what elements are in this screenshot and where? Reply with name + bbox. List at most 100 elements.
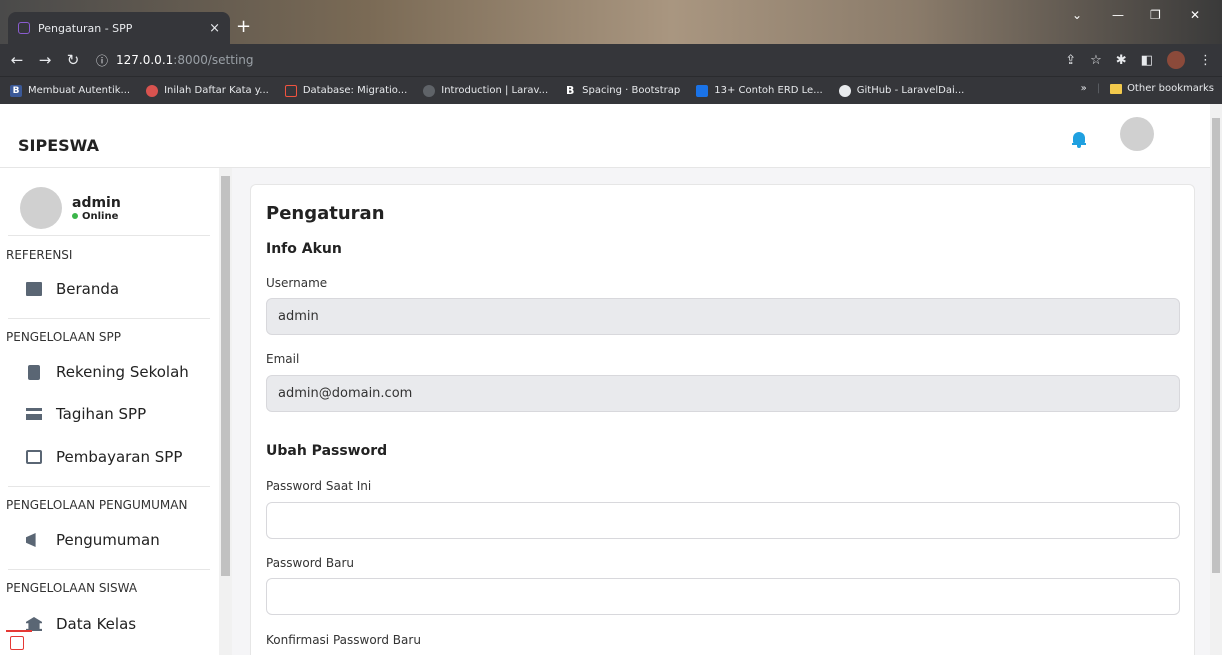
tab-close-icon[interactable]: ×	[209, 21, 220, 36]
bookmark-label: Inilah Daftar Kata y...	[164, 85, 269, 96]
notification-bell-icon[interactable]	[1072, 132, 1086, 148]
laravel-debug-icon[interactable]	[6, 630, 32, 655]
tab-title: Pengaturan - SPP	[38, 21, 133, 35]
bookmark-item[interactable]: Database: Migratio...	[284, 84, 407, 97]
header-avatar[interactable]	[1120, 117, 1154, 151]
bookmark-favicon-icon: B	[10, 84, 22, 97]
divider	[8, 318, 210, 319]
email-label: Email	[266, 352, 300, 366]
payment-icon	[26, 450, 42, 464]
reload-icon[interactable]: ↻	[62, 51, 84, 69]
sidepanel-icon[interactable]: ◧	[1141, 53, 1153, 68]
bookmark-item[interactable]: 13+ Contoh ERD Le...	[696, 84, 823, 97]
confirm-password-label: Konfirmasi Password Baru	[266, 633, 421, 647]
bookmark-item[interactable]: Inilah Daftar Kata y...	[146, 84, 269, 97]
bootstrap-icon: B	[564, 83, 577, 97]
new-password-label: Password Baru	[266, 556, 354, 570]
brand-title[interactable]: SIPESWA	[18, 136, 99, 155]
bank-icon	[26, 617, 42, 631]
new-tab-button[interactable]: +	[236, 16, 251, 37]
section-title-pengelolaan-pengumuman: PENGELOLAAN PENGUMUMAN	[6, 498, 188, 512]
star-icon[interactable]: ☆	[1090, 53, 1102, 68]
menu-icon[interactable]: ⋮	[1199, 53, 1212, 68]
account-info-heading: Info Akun	[266, 241, 342, 257]
bookmarks-bar: B Membuat Autentik... Inilah Daftar Kata…	[0, 76, 1222, 104]
other-bookmarks[interactable]: Other bookmarks	[1110, 83, 1214, 94]
globe-icon	[423, 84, 436, 97]
sidebar-scroll-thumb[interactable]	[221, 176, 230, 576]
divider	[8, 569, 210, 570]
section-title-pengelolaan-siswa: PENGELOLAAN SISWA	[6, 581, 138, 595]
page-scroll-thumb[interactable]	[1212, 118, 1220, 573]
info-icon[interactable]: ⓘ	[96, 52, 108, 69]
divider	[8, 235, 210, 236]
file-icon	[28, 364, 40, 380]
sidebar-item-data-kelas[interactable]: Data Kelas	[26, 615, 136, 633]
bookmark-label: 13+ Contoh ERD Le...	[714, 85, 823, 96]
browser-tab-bar: Pengaturan - SPP × + ⌄ — ❐ ✕	[0, 0, 1222, 44]
sidebar-item-rekening-sekolah[interactable]: Rekening Sekolah	[26, 363, 189, 381]
user-avatar	[20, 187, 62, 229]
user-name: admin	[72, 194, 121, 211]
email-field[interactable]	[266, 375, 1180, 412]
page-scrollbar[interactable]	[1210, 104, 1222, 655]
sidebar-item-tagihan-spp[interactable]: Tagihan SPP	[26, 405, 146, 423]
laravel-favicon-icon	[18, 22, 30, 34]
sidebar-item-beranda[interactable]: Beranda	[26, 280, 119, 298]
section-title-referensi: REFERENSI	[6, 248, 73, 262]
bookmark-favicon-icon	[146, 84, 159, 97]
window-close-icon[interactable]: ✕	[1190, 8, 1200, 22]
minimize-icon[interactable]: —	[1112, 8, 1124, 22]
page-title: Pengaturan	[266, 203, 385, 224]
app-header: SIPESWA	[0, 104, 1210, 168]
sidebar-item-pengumuman[interactable]: Pengumuman	[26, 531, 160, 549]
sidebar-item-pembayaran-spp[interactable]: Pembayaran SPP	[26, 448, 182, 466]
chart-icon	[26, 282, 42, 296]
profile-avatar[interactable]	[1167, 51, 1185, 69]
sidebar-item-label: Rekening Sekolah	[56, 363, 189, 381]
bookmark-item[interactable]: B Membuat Autentik...	[10, 84, 130, 97]
url-field[interactable]: ⓘ 127.0.0.1:8000/setting	[96, 52, 254, 69]
maximize-icon[interactable]: ❐	[1150, 8, 1161, 22]
sidebar-item-label: Data Kelas	[56, 615, 137, 633]
username-field[interactable]	[266, 298, 1180, 335]
back-icon[interactable]: ←	[6, 51, 28, 69]
more-bookmarks-icon[interactable]: »	[1081, 83, 1087, 94]
extensions-icon[interactable]: ✱	[1116, 53, 1127, 68]
sidebar-item-label: Pembayaran SPP	[56, 448, 183, 466]
username-label: Username	[266, 276, 328, 290]
settings-card: Pengaturan Info Akun Username Email Ubah…	[250, 184, 1195, 655]
sidebar: admin Online REFERENSI Beranda PENGELOLA…	[0, 168, 232, 655]
sidebar-item-label: Tagihan SPP	[56, 405, 147, 423]
bookmark-label: Spacing · Bootstrap	[582, 85, 681, 96]
tab-search-icon[interactable]: ⌄	[1072, 8, 1082, 22]
forward-icon[interactable]: →	[34, 51, 56, 69]
new-password-field[interactable]	[266, 578, 1180, 615]
user-status-label: Online	[82, 210, 119, 222]
sidebar-scrollbar[interactable]	[219, 168, 232, 655]
credit-card-icon	[26, 408, 42, 420]
bookmark-favicon-icon	[284, 84, 297, 97]
megaphone-icon	[26, 533, 36, 547]
bookmark-label: GitHub - LaravelDai...	[856, 85, 965, 96]
user-status: Online	[72, 211, 121, 222]
url-path: :8000/setting	[173, 53, 254, 67]
current-password-label: Password Saat Ini	[266, 479, 372, 493]
url-host: 127.0.0.1	[116, 53, 174, 67]
share-icon[interactable]: ⇪	[1065, 53, 1076, 68]
bookmark-label: Introduction | Larav...	[441, 85, 549, 96]
bookmark-item[interactable]: B Spacing · Bootstrap	[564, 83, 681, 97]
online-dot-icon	[72, 213, 78, 219]
browser-tab[interactable]: Pengaturan - SPP ×	[8, 12, 230, 44]
bookmark-item[interactable]: GitHub - LaravelDai...	[838, 84, 965, 97]
folder-icon	[1110, 83, 1123, 94]
github-icon	[838, 84, 851, 97]
other-bookmarks-label: Other bookmarks	[1127, 83, 1214, 94]
change-password-heading: Ubah Password	[266, 443, 388, 459]
current-password-field[interactable]	[266, 502, 1180, 539]
bookmarks-separator: |	[1096, 83, 1101, 94]
sidebar-item-label: Beranda	[56, 280, 120, 298]
user-panel: admin Online	[8, 180, 208, 236]
divider	[8, 486, 210, 487]
bookmark-item[interactable]: Introduction | Larav...	[423, 84, 549, 97]
